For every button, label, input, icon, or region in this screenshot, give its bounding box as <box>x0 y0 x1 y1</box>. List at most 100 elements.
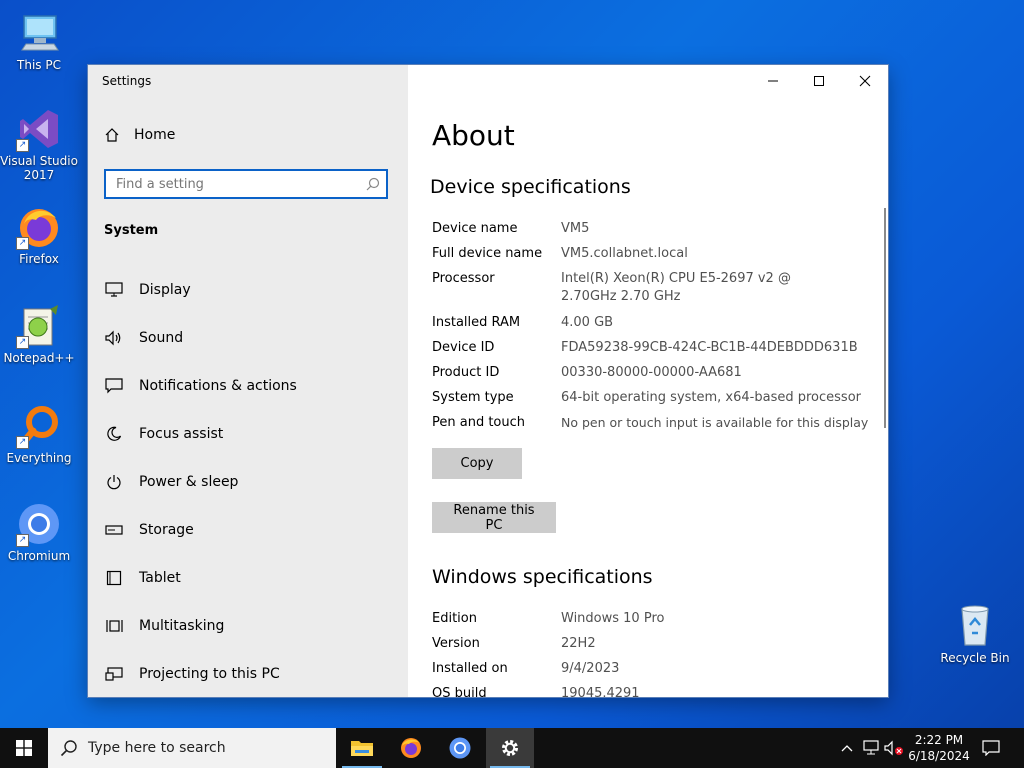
visual-studio-icon: ↗ <box>16 106 62 152</box>
sidebar-home[interactable]: Home <box>104 127 175 143</box>
spec-value: 64-bit operating system, x64-based proce… <box>561 390 861 405</box>
desktop-icon-label: Chromium <box>7 549 71 563</box>
maximize-icon <box>814 76 824 86</box>
sidebar-item-display[interactable]: Display <box>88 268 408 312</box>
desktop-icon-chromium[interactable]: ↗ Chromium <box>0 501 79 563</box>
spec-value: 22H2 <box>561 636 596 651</box>
spec-label: Device name <box>432 221 518 236</box>
spec-value: VM5 <box>561 221 590 236</box>
close-button[interactable] <box>842 65 888 97</box>
tablet-icon <box>104 568 124 588</box>
taskbar-app-settings[interactable] <box>486 728 534 768</box>
spec-label: Installed on <box>432 661 508 676</box>
folder-icon <box>351 741 373 756</box>
taskbar-clock[interactable]: 2:22 PM 6/18/2024 <box>906 732 972 764</box>
clock-time: 2:22 PM <box>914 733 964 747</box>
spec-label: Full device name <box>432 246 543 261</box>
desktop-icon-notepad-plus-plus[interactable]: ↗ Notepad++ <box>0 303 79 365</box>
chevron-up-icon <box>841 745 853 752</box>
settings-search-box[interactable] <box>104 169 388 199</box>
sidebar-home-label: Home <box>134 127 176 143</box>
desktop-icon-label: Everything <box>6 451 72 465</box>
taskbar-app-chromium[interactable] <box>436 728 484 768</box>
network-tray-button[interactable] <box>861 738 881 758</box>
taskbar-app-firefox[interactable] <box>387 728 435 768</box>
firefox-icon <box>401 738 421 758</box>
content-scrollbar[interactable] <box>884 208 886 428</box>
sidebar-item-label: Display <box>139 282 191 298</box>
chromium-icon <box>449 737 471 759</box>
sidebar-item-label: Storage <box>139 522 194 538</box>
moon-icon <box>104 424 124 444</box>
taskbar-app-file-explorer[interactable] <box>338 728 386 768</box>
shortcut-arrow-icon: ↗ <box>16 534 29 547</box>
sidebar-item-sound[interactable]: Sound <box>88 316 408 360</box>
page-title: About <box>432 119 515 152</box>
desktop-icon-everything[interactable]: ↗ Everything <box>0 403 79 465</box>
shortcut-arrow-icon: ↗ <box>16 436 29 449</box>
search-icon <box>60 740 77 757</box>
sidebar-item-multitasking[interactable]: Multitasking <box>88 604 408 648</box>
notification-icon <box>104 376 124 396</box>
desktop-icon-label: This PC <box>17 58 61 72</box>
settings-content: About Device specifications Device name … <box>408 65 888 697</box>
search-icon <box>366 177 380 191</box>
windows-logo-icon <box>16 740 32 756</box>
desktop-icon-firefox[interactable]: ↗ Firefox <box>0 204 79 266</box>
volume-tray-button[interactable] <box>884 738 904 758</box>
desktop-icon-visual-studio[interactable]: ↗ Visual Studio 2017 <box>0 106 79 182</box>
spec-label: Installed RAM <box>432 315 521 330</box>
sidebar-item-projecting[interactable]: Projecting to this PC <box>88 652 408 696</box>
spec-label: OS build <box>432 686 487 697</box>
projector-icon <box>104 664 124 684</box>
taskbar-search-box[interactable]: Type here to search <box>48 728 336 768</box>
rename-pc-button[interactable]: Rename this PC <box>432 502 556 533</box>
sidebar-item-label: Focus assist <box>139 426 224 442</box>
start-button[interactable] <box>0 728 48 768</box>
settings-window: Settings Home System Display So <box>88 65 888 697</box>
sidebar-item-power-sleep[interactable]: Power & sleep <box>88 460 408 504</box>
close-icon <box>859 75 871 87</box>
maximize-button[interactable] <box>796 65 842 97</box>
spec-label: Processor <box>432 271 495 286</box>
multitasking-icon <box>104 616 124 636</box>
shortcut-arrow-icon: ↗ <box>16 336 29 349</box>
sidebar-item-tablet[interactable]: Tablet <box>88 556 408 600</box>
sidebar-item-notifications[interactable]: Notifications & actions <box>88 364 408 408</box>
spec-value: 9/4/2023 <box>561 661 620 676</box>
sidebar-item-focus-assist[interactable]: Focus assist <box>88 412 408 456</box>
shortcut-arrow-icon: ↗ <box>16 139 29 152</box>
sidebar-item-label: Tablet <box>139 570 181 586</box>
show-hidden-icons-button[interactable] <box>837 738 857 758</box>
spec-label: Pen and touch <box>432 415 526 430</box>
desktop-icon-recycle-bin[interactable]: Recycle Bin <box>935 603 1015 665</box>
action-center-button[interactable] <box>981 738 1001 758</box>
spec-value: No pen or touch input is available for t… <box>561 415 869 430</box>
sidebar-item-label: Notifications & actions <box>139 378 297 394</box>
monitor-icon <box>104 280 124 300</box>
recycle-bin-icon <box>952 603 998 649</box>
settings-search-input[interactable] <box>106 171 366 197</box>
desktop-icon-label: Recycle Bin <box>940 651 1010 665</box>
desktop-icon-this-pc[interactable]: This PC <box>0 10 79 72</box>
spec-value: 19045.4291 <box>561 686 640 697</box>
power-icon <box>104 472 124 492</box>
spec-value: Intel(R) Xeon(R) CPU E5-2697 v2 @ 2.70GH… <box>561 271 791 304</box>
storage-icon <box>104 520 124 540</box>
minimize-button[interactable] <box>750 65 796 97</box>
spec-label: Edition <box>432 611 477 626</box>
spec-label: Version <box>432 636 480 651</box>
sidebar-item-label: Power & sleep <box>139 474 239 490</box>
notepad-plus-plus-icon: ↗ <box>16 303 62 349</box>
copy-button[interactable]: Copy <box>432 448 522 479</box>
shortcut-arrow-icon: ↗ <box>16 237 29 250</box>
notification-icon <box>982 740 1000 756</box>
window-title: Settings <box>102 74 152 88</box>
sidebar-item-label: Multitasking <box>139 618 225 634</box>
settings-sidebar: Settings Home System Display So <box>88 65 408 697</box>
spec-label: Device ID <box>432 340 495 355</box>
windows-specs-heading: Windows specifications <box>432 566 653 588</box>
spec-value: Windows 10 Pro <box>561 611 665 626</box>
sidebar-item-storage[interactable]: Storage <box>88 508 408 552</box>
desktop-icon-label: Notepad++ <box>3 351 75 365</box>
